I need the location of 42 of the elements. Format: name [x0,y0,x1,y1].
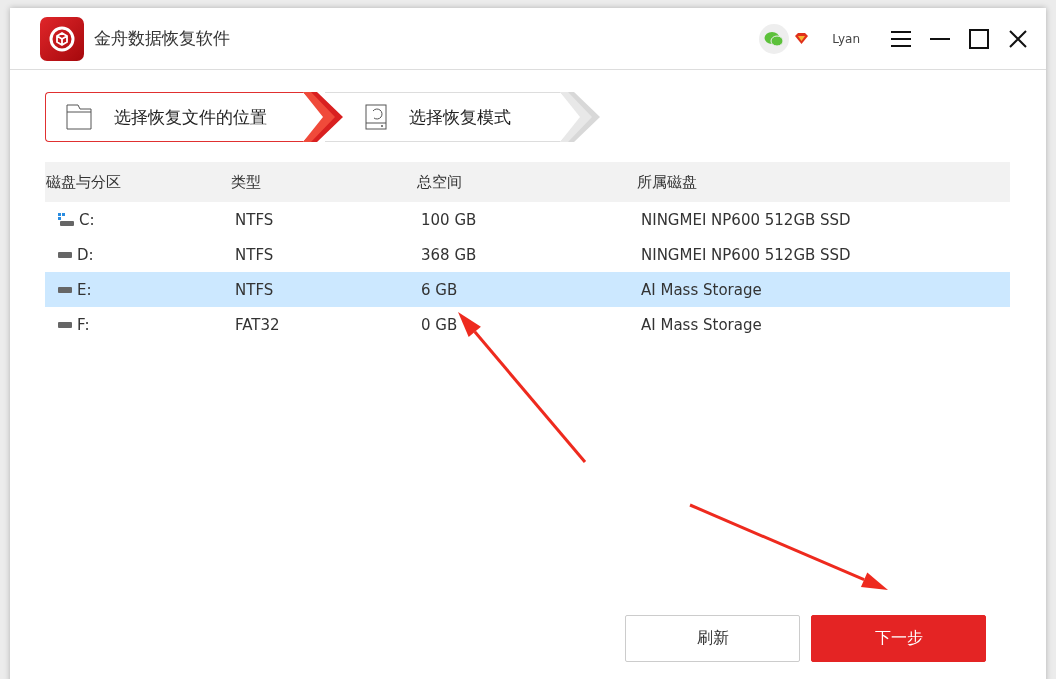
step-tab[interactable]: 选择恢复模式 [325,92,560,142]
disk-restore-icon [365,104,387,130]
chevron-icon [303,92,345,142]
drive-icon [58,251,72,258]
refresh-button[interactable]: 刷新 [625,615,800,662]
user-name[interactable]: Lyan [832,31,860,46]
table-row[interactable]: C: NTFS 100 GB NINGMEI NP600 512GB SSD [45,202,1010,237]
diamond-icon [795,33,809,44]
table-cell-text: AI Mass Storage [640,315,763,334]
table-cell-text: 0 GB [420,315,459,334]
step-tab[interactable]: 选择恢复文件的位置 [45,92,303,142]
window-title: 金舟数据恢复软件 [94,27,230,50]
close-icon[interactable] [1007,27,1029,50]
drive-label: E: [77,280,92,299]
drive-label: F: [77,315,90,334]
column-header: 所属磁盘 [636,172,698,192]
table-cell-text: 6 GB [420,280,459,299]
table-cell-text: 368 GB [420,245,478,264]
table-cell-text: AI Mass Storage [640,280,763,299]
table-cell-text: NTFS [234,280,275,299]
table-cell-text: NTFS [234,245,275,264]
folder-icon [66,104,92,130]
table-cell-text: NINGMEI NP600 512GB SSD [640,245,852,264]
chevron-icon [560,92,602,142]
drive-icon [58,321,72,328]
drive-icon [58,286,72,293]
drive-label: D: [77,245,94,264]
app-logo [40,16,84,61]
table-cell-text: NINGMEI NP600 512GB SSD [640,210,852,229]
column-header: 总空间 [416,172,463,192]
maximize-icon[interactable] [968,27,990,50]
column-header: 磁盘与分区 [45,172,122,192]
table-row[interactable]: D: NTFS 368 GB NINGMEI NP600 512GB SSD [45,237,1010,272]
table-cell-text: NTFS [234,210,275,229]
table-row[interactable]: F: FAT32 0 GB AI Mass Storage [45,307,1010,342]
table-row[interactable]: E: NTFS 6 GB AI Mass Storage [45,272,1010,307]
column-header: 类型 [230,172,262,192]
table-cell-text: FAT32 [234,315,281,334]
table-cell-text: 100 GB [420,210,478,229]
drive-label: C: [79,210,95,229]
next-button[interactable]: 下一步 [811,615,986,662]
system-drive-icon [58,212,74,227]
